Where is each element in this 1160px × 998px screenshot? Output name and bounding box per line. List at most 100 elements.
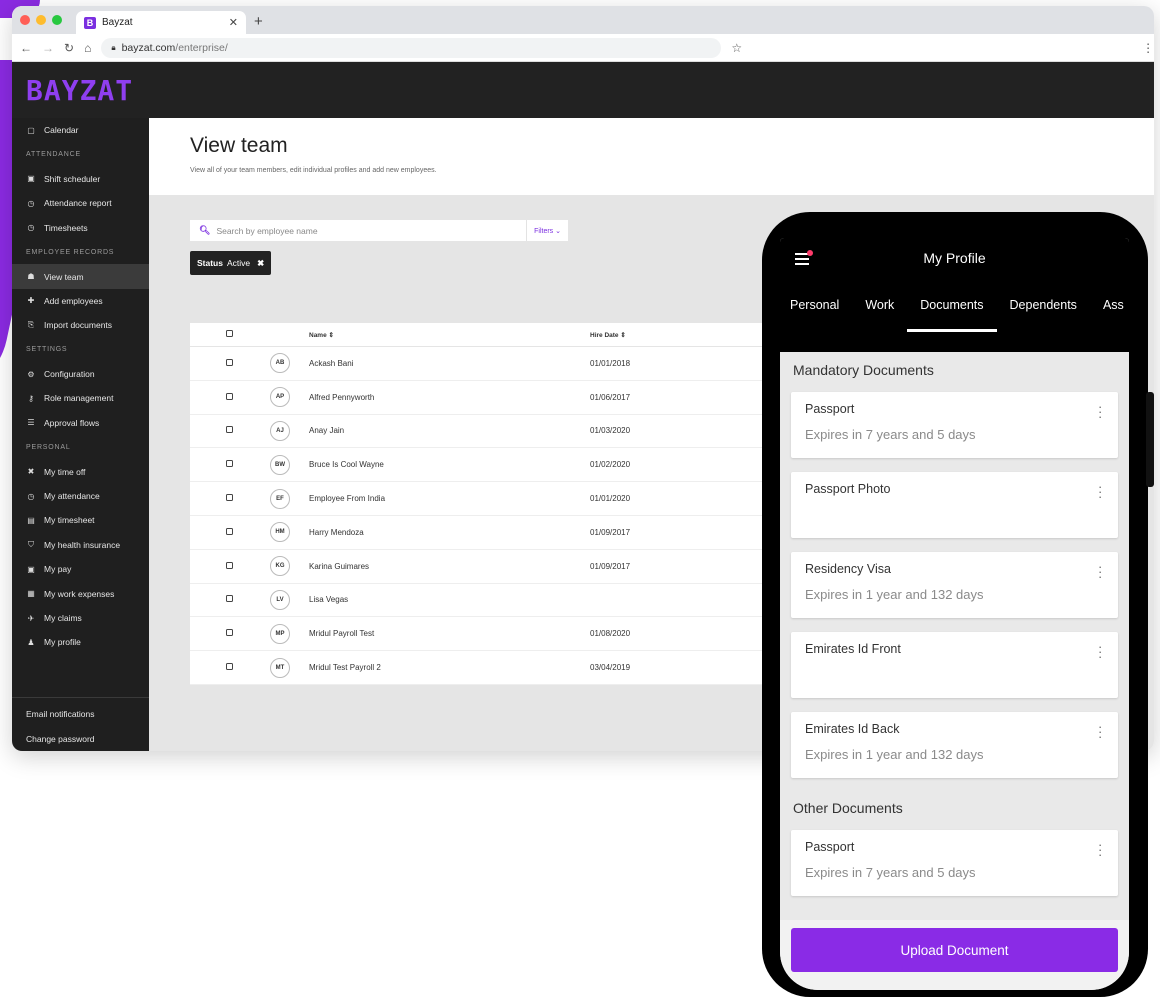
- avatar: AB: [270, 353, 290, 374]
- table-row[interactable]: KG Karina Guimares 01/09/2017: [190, 550, 830, 584]
- row-checkbox[interactable]: [226, 595, 233, 603]
- sidebar-item-my-health-insurance[interactable]: ⛉ My health insurance: [12, 533, 149, 557]
- row-checkbox[interactable]: [226, 460, 233, 468]
- employee-name[interactable]: Employee From India: [309, 494, 590, 503]
- sidebar-item-my-time-off[interactable]: ✖ My time off: [12, 459, 149, 483]
- document-card[interactable]: Emirates Id Back Expires in 1 year and 13…: [791, 712, 1118, 778]
- row-checkbox[interactable]: [226, 629, 233, 637]
- sidebar-section-label: EMPLOYEE RECORDS: [26, 248, 115, 256]
- employee-name[interactable]: Mridul Test Payroll 2: [309, 663, 590, 672]
- employee-name[interactable]: Lisa Vegas: [309, 595, 590, 604]
- search-box: 🔍︎ Search by employee name Filters ⌄: [190, 220, 568, 241]
- more-options-icon[interactable]: · · ·: [1098, 560, 1102, 583]
- table-row[interactable]: MP Mridul Payroll Test 01/08/2020: [190, 617, 830, 652]
- table-row[interactable]: EF Employee From India 01/01/2020: [190, 482, 830, 516]
- tab-documents[interactable]: Documents: [907, 295, 997, 332]
- chip-remove-icon[interactable]: ✖: [257, 258, 264, 269]
- sidebar-item-my-profile[interactable]: ♟ My profile: [12, 630, 149, 654]
- row-checkbox[interactable]: [226, 494, 233, 502]
- table-row[interactable]: AJ Anay Jain 01/03/2020: [190, 415, 830, 449]
- row-checkbox[interactable]: [226, 358, 233, 366]
- reload-icon[interactable]: ↻: [64, 41, 74, 55]
- sidebar-footer-email-notifications[interactable]: Email notifications: [12, 702, 149, 726]
- close-window-button[interactable]: [20, 15, 30, 25]
- more-options-icon[interactable]: · · ·: [1098, 640, 1102, 663]
- forward-icon[interactable]: →: [42, 41, 54, 55]
- table-row[interactable]: AB Ackash Bani 01/01/2018: [190, 347, 830, 381]
- column-header-hire-date[interactable]: Hire Date ⇕: [590, 331, 750, 339]
- tab-personal[interactable]: Personal: [780, 295, 852, 325]
- more-options-icon[interactable]: · · ·: [1098, 480, 1102, 503]
- employee-name[interactable]: Anay Jain: [309, 426, 590, 435]
- table-row[interactable]: HM Harry Mendoza 01/09/2017: [190, 516, 830, 550]
- row-checkbox[interactable]: [226, 561, 233, 569]
- sidebar-item-calendar[interactable]: ▢ Calendar: [12, 118, 149, 142]
- document-card[interactable]: Residency Visa Expires in 1 year and 132 …: [791, 552, 1118, 618]
- sidebar-item-my-timesheet[interactable]: ▤ My timesheet: [12, 508, 149, 532]
- column-header-name[interactable]: Name ⇕: [309, 331, 590, 339]
- sidebar-item-my-attendance[interactable]: ◷ My attendance: [12, 484, 149, 508]
- address-bar[interactable]: 🔒︎ bayzat.com /enterprise/: [101, 37, 722, 58]
- sidebar-item-view-team[interactable]: ☗ View team: [12, 264, 149, 289]
- document-card[interactable]: Passport Expires in 7 years and 5 days · · ·: [791, 830, 1118, 896]
- sidebar-item-label: My attendance: [44, 491, 100, 502]
- minimize-window-button[interactable]: [36, 15, 46, 25]
- maximize-window-button[interactable]: [52, 15, 62, 25]
- employee-name[interactable]: Ackash Bani: [309, 359, 590, 368]
- more-options-icon[interactable]: · · ·: [1098, 720, 1102, 743]
- document-card[interactable]: Passport Expires in 7 years and 5 days · · ·: [791, 392, 1118, 458]
- sidebar-item-my-claims[interactable]: ✈ My claims: [12, 606, 149, 630]
- sidebar-item-attendance-report[interactable]: ◷ Attendance report: [12, 191, 149, 215]
- employee-name[interactable]: Mridul Payroll Test: [309, 629, 590, 638]
- row-checkbox[interactable]: [226, 527, 233, 535]
- select-all-checkbox[interactable]: [226, 330, 233, 337]
- close-tab-icon[interactable]: ✕: [229, 16, 238, 29]
- sidebar-item-my-work-expenses[interactable]: ▦ My work expenses: [12, 581, 149, 605]
- search-input[interactable]: Search by employee name: [216, 226, 317, 236]
- document-name: Passport: [805, 840, 855, 854]
- tab-work[interactable]: Work: [852, 295, 907, 325]
- row-checkbox-cell: [190, 494, 270, 503]
- table-row[interactable]: AP Alfred Pennyworth 01/06/2017: [190, 381, 830, 415]
- home-icon[interactable]: ⌂: [84, 41, 91, 55]
- profile-tabs: Personal Work Documents Dependents Ass: [780, 295, 1129, 332]
- menu-kebab-icon[interactable]: ⋮: [1142, 41, 1154, 55]
- sidebar-item-role-management[interactable]: ⚷ Role management: [12, 386, 149, 410]
- row-checkbox[interactable]: [226, 392, 233, 400]
- row-checkbox[interactable]: [226, 663, 233, 671]
- sidebar-item-approval-flows[interactable]: ☰ Approval flows: [12, 411, 149, 435]
- upload-document-button[interactable]: Upload Document: [791, 928, 1118, 972]
- document-card[interactable]: Passport Photo · · ·: [791, 472, 1118, 538]
- table-row[interactable]: LV Lisa Vegas: [190, 584, 830, 618]
- tab-dependents[interactable]: Dependents: [997, 295, 1090, 325]
- table-row[interactable]: BW Bruce Is Cool Wayne 01/02/2020: [190, 448, 830, 483]
- employee-name[interactable]: Karina Guimares: [309, 562, 590, 571]
- more-options-icon[interactable]: · · ·: [1098, 400, 1102, 423]
- bookmark-star-icon[interactable]: ☆: [731, 41, 742, 55]
- shield-icon: ⛉: [28, 539, 34, 549]
- status-filter-chip[interactable]: Status Active ✖: [190, 251, 272, 275]
- sidebar-item-configuration[interactable]: ⚙ Configuration: [12, 362, 149, 386]
- table-row[interactable]: MT Mridul Test Payroll 2 03/04/2019: [190, 651, 830, 685]
- tab-ass[interactable]: Ass: [1090, 295, 1129, 325]
- document-card[interactable]: Emirates Id Front · · ·: [791, 632, 1118, 698]
- sidebar-item-shift-scheduler[interactable]: ▣ Shift scheduler: [12, 167, 149, 191]
- sidebar-item-label: Role management: [44, 393, 114, 404]
- sidebar-item-import-documents[interactable]: ⎘ Import documents: [12, 313, 149, 337]
- sidebar-footer-change-password[interactable]: Change password: [12, 727, 149, 751]
- sidebar-item-timesheets[interactable]: ◷ Timesheets: [12, 216, 149, 240]
- sidebar-item-my-pay[interactable]: ▣ My pay: [12, 557, 149, 581]
- sidebar-item-add-employees[interactable]: ✚ Add employees: [12, 289, 149, 313]
- more-options-icon[interactable]: · · ·: [1098, 838, 1102, 861]
- employee-name[interactable]: Harry Mendoza: [309, 528, 590, 537]
- filters-button[interactable]: Filters ⌄: [526, 220, 568, 241]
- employee-name[interactable]: Alfred Pennyworth: [309, 393, 590, 402]
- new-tab-icon[interactable]: +: [254, 13, 263, 30]
- back-icon[interactable]: ←: [20, 41, 32, 55]
- calendar-icon: ▢: [27, 125, 35, 135]
- browser-tab[interactable]: B Bayzat ✕: [76, 11, 246, 34]
- row-checkbox[interactable]: [226, 426, 233, 434]
- bayzat-logo[interactable]: BAYZAT: [26, 74, 133, 107]
- plane-icon: ✖: [27, 467, 35, 477]
- employee-name[interactable]: Bruce Is Cool Wayne: [309, 460, 590, 469]
